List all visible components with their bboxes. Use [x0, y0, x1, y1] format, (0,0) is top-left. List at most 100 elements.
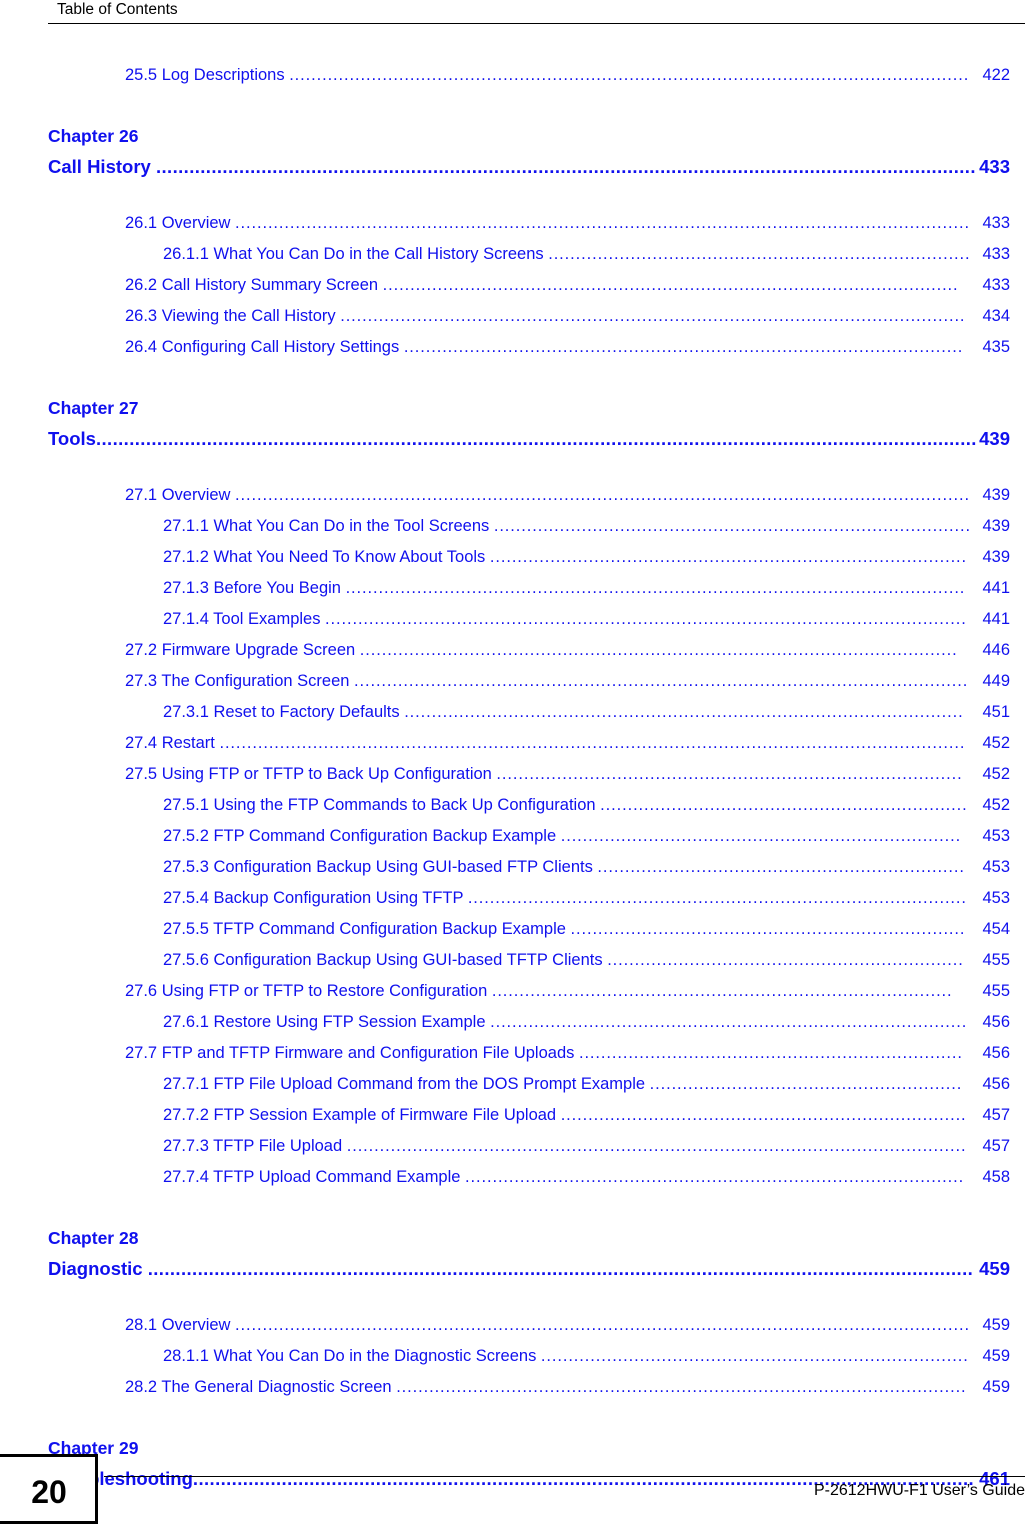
toc-entry-page: 449: [976, 666, 1010, 697]
toc-leader-dots: ........................................…: [354, 672, 969, 690]
toc-entry-page: 439: [976, 542, 1010, 573]
toc-entry[interactable]: 27.5.4 Backup Configuration Using TFTP .…: [0, 883, 1025, 914]
toc-entry[interactable]: 27.5.3 Configuration Backup Using GUI-ba…: [0, 852, 1025, 883]
toc-entry[interactable]: 27.6.1 Restore Using FTP Session Example…: [0, 1007, 1025, 1038]
toc-entry[interactable]: 25.5 Log Descriptions ..................…: [0, 60, 1025, 91]
toc-leader-dots: ........................................…: [597, 858, 965, 876]
toc-entry-page: 459: [976, 1310, 1010, 1341]
toc-entry-label: 26.1 Overview: [125, 214, 236, 232]
toc-chapter-page: 433: [979, 151, 1010, 182]
toc-entry-label: 27.5.6 Configuration Backup Using GUI-ba…: [163, 951, 608, 969]
footer-guide-title: P-2612HWU-F1 User’s Guide: [813, 1482, 1025, 1499]
toc-entry-label: 26.4 Configuring Call History Settings: [125, 338, 404, 356]
toc-entry[interactable]: 26.4 Configuring Call History Settings .…: [0, 332, 1025, 363]
toc-entry-label: 25.5 Log Descriptions: [125, 66, 290, 84]
toc-leader-dots: ........................................…: [404, 703, 964, 721]
toc-entry[interactable]: 27.7.1 FTP File Upload Command from the …: [0, 1069, 1025, 1100]
toc-entry[interactable]: 26.1.1 What You Can Do in the Call Histo…: [0, 239, 1025, 270]
toc-entry-label: 27.7.1 FTP File Upload Command from the …: [163, 1075, 650, 1093]
toc-entry-page: 457: [976, 1131, 1010, 1162]
toc-chapter-entry[interactable]: Call History ...........................…: [48, 151, 1025, 182]
toc-entry-page: 457: [976, 1100, 1010, 1131]
toc-entry-page: 441: [976, 573, 1010, 604]
toc-chapter-title: Tools: [48, 428, 96, 449]
toc-leader-dots: ........................................…: [346, 1137, 967, 1155]
toc-entry[interactable]: 26.3 Viewing the Call History ..........…: [0, 301, 1025, 332]
toc-leader-dots: ........................................…: [95, 428, 977, 449]
page-number-box: 20: [0, 1454, 98, 1524]
toc-entry[interactable]: 27.5.2 FTP Command Configuration Backup …: [0, 821, 1025, 852]
toc-chapter-page: 459: [979, 1253, 1010, 1284]
toc-entry-page: 455: [976, 976, 1010, 1007]
toc-entry-label: 26.2 Call History Summary Screen: [125, 276, 383, 294]
toc-leader-dots: ........................................…: [219, 734, 966, 752]
toc-entry[interactable]: 28.1.1 What You Can Do in the Diagnostic…: [0, 1341, 1025, 1372]
toc-entry-page: 452: [976, 759, 1010, 790]
toc-entry-page: 453: [976, 821, 1010, 852]
toc-leader-dots: ........................................…: [345, 579, 966, 597]
toc-leader-dots: ........................................…: [570, 920, 966, 938]
toc-entry-label: 27.6.1 Restore Using FTP Session Example: [163, 1013, 491, 1031]
toc-leader-dots: ........................................…: [325, 610, 967, 628]
toc-entry[interactable]: 27.5 Using FTP or TFTP to Back Up Config…: [0, 759, 1025, 790]
toc-entry-label: 27.3.1 Reset to Factory Defaults: [163, 703, 405, 721]
toc-entry-page: 446: [976, 635, 1010, 666]
toc-chapter-block: Chapter 26 Call History .................…: [0, 121, 1025, 182]
toc-entry[interactable]: 26.2 Call History Summary Screen .......…: [0, 270, 1025, 301]
toc-leader-dots: ........................................…: [493, 517, 971, 535]
toc-entry[interactable]: 27.7 FTP and TFTP Firmware and Configura…: [0, 1038, 1025, 1069]
toc-entry[interactable]: 26.1 Overview ..........................…: [0, 208, 1025, 239]
page-title: Table of Contents: [57, 1, 178, 18]
toc-entry-page: 433: [976, 239, 1010, 270]
toc-entry-page: 459: [976, 1372, 1010, 1403]
toc-entry[interactable]: 27.1.1 What You Can Do in the Tool Scree…: [0, 511, 1025, 542]
toc-entry-page: 452: [976, 790, 1010, 821]
toc-entry[interactable]: 27.7.4 TFTP Upload Command Example .....…: [0, 1162, 1025, 1193]
toc-leader-dots: ........................................…: [491, 982, 953, 1000]
toc-chapter-label: Chapter 27: [48, 398, 139, 418]
toc-entry[interactable]: 27.1 Overview ..........................…: [0, 480, 1025, 511]
toc-entry-label: 27.5.3 Configuration Backup Using GUI-ba…: [163, 858, 598, 876]
toc-entry-page: 441: [976, 604, 1010, 635]
toc-entry[interactable]: 27.3.1 Reset to Factory Defaults .......…: [0, 697, 1025, 728]
toc-entry-label: 27.7.4 TFTP Upload Command Example: [163, 1168, 466, 1186]
toc-entry-page: 456: [976, 1007, 1010, 1038]
toc-entry[interactable]: 27.7.2 FTP Session Example of Firmware F…: [0, 1100, 1025, 1131]
toc-entry[interactable]: 27.1.4 Tool Examples ...................…: [0, 604, 1025, 635]
toc-entry-page: 452: [976, 728, 1010, 759]
toc-entry[interactable]: 27.5.1 Using the FTP Commands to Back Up…: [0, 790, 1025, 821]
toc-entry[interactable]: 28.2 The General Diagnostic Screen .....…: [0, 1372, 1025, 1403]
toc-entry[interactable]: 27.1.3 Before You Begin ................…: [0, 573, 1025, 604]
toc-entry[interactable]: 27.2 Firmware Upgrade Screen ...........…: [0, 635, 1025, 666]
toc-entry[interactable]: 27.4 Restart ...........................…: [0, 728, 1025, 759]
toc-leader-dots: ........................................…: [548, 245, 971, 263]
toc-entry[interactable]: 27.7.3 TFTP File Upload ................…: [0, 1131, 1025, 1162]
toc-leader-dots: ........................................…: [496, 765, 963, 783]
toc-chapter-entry[interactable]: Tools...................................…: [48, 423, 1025, 454]
toc-entry[interactable]: 27.3 The Configuration Screen ..........…: [0, 666, 1025, 697]
toc-entry[interactable]: 27.1.2 What You Need To Know About Tools…: [0, 542, 1025, 573]
page-footer: 20 P-2612HWU-F1 User’s Guide: [0, 1454, 1025, 1524]
toc-entry-label: 27.1.3 Before You Begin: [163, 579, 346, 597]
toc-leader-dots: ........................................…: [465, 1168, 965, 1186]
toc-entry-page: 439: [976, 511, 1010, 542]
toc-entry-page: 451: [976, 697, 1010, 728]
toc-chapter-entry[interactable]: Diagnostic .............................…: [48, 1253, 1025, 1284]
toc-entry[interactable]: 27.5.5 TFTP Command Configuration Backup…: [0, 914, 1025, 945]
toc-entry[interactable]: 28.1 Overview ..........................…: [0, 1310, 1025, 1341]
toc-leader-dots: ........................................…: [155, 156, 976, 177]
toc-leader-dots: ........................................…: [403, 338, 964, 356]
toc-leader-dots: ........................................…: [235, 214, 970, 232]
toc-leader-dots: ........................................…: [467, 889, 967, 907]
toc-leader-dots: ........................................…: [489, 548, 968, 566]
toc-leader-dots: ........................................…: [289, 66, 970, 84]
toc-leader-dots: ........................................…: [578, 1044, 963, 1062]
toc-entry[interactable]: 27.5.6 Configuration Backup Using GUI-ba…: [0, 945, 1025, 976]
toc-chapter-block: Chapter 28 Diagnostic ...................…: [0, 1223, 1025, 1284]
toc-leader-dots: ........................................…: [600, 796, 968, 814]
toc-entry-page: 459: [976, 1341, 1010, 1372]
toc-chapter-title: Diagnostic: [48, 1258, 148, 1279]
toc-entry[interactable]: 27.6 Using FTP or TFTP to Restore Config…: [0, 976, 1025, 1007]
